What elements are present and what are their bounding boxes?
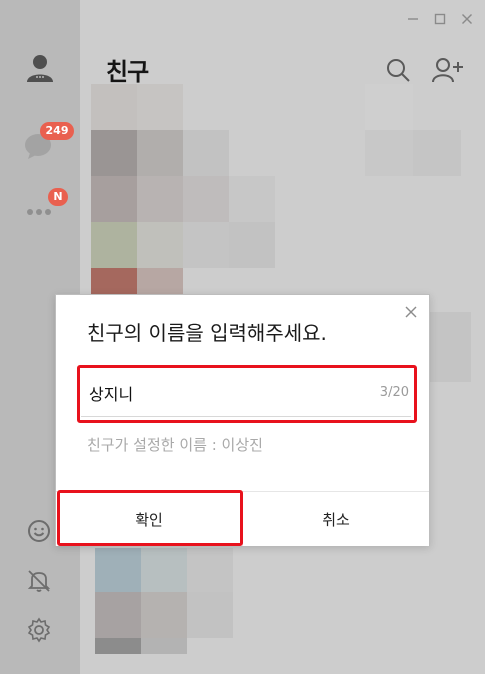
rename-friend-dialog: 친구의 이름을 입력해주세요. 3/20 친구가 설정한 이름 : 이상진 확인…: [55, 294, 430, 546]
char-count: 3/20: [379, 385, 409, 400]
dialog-button-row: 확인 취소: [56, 491, 429, 546]
name-field: 3/20: [81, 371, 411, 417]
close-icon: [405, 306, 417, 318]
app-window: 249 N 친구 친구의 이름을 입력해주세요. 상지니 3/20 친구가 설정…: [0, 0, 485, 674]
cancel-button[interactable]: 취소: [242, 492, 429, 546]
confirm-button[interactable]: 확인: [56, 492, 242, 546]
friend-name-input[interactable]: [89, 381, 349, 405]
dialog-close-button[interactable]: [403, 304, 419, 320]
friend-set-name: 친구가 설정한 이름 : 이상진: [87, 436, 263, 454]
dialog-title: 친구의 이름을 입력해주세요.: [87, 321, 327, 345]
